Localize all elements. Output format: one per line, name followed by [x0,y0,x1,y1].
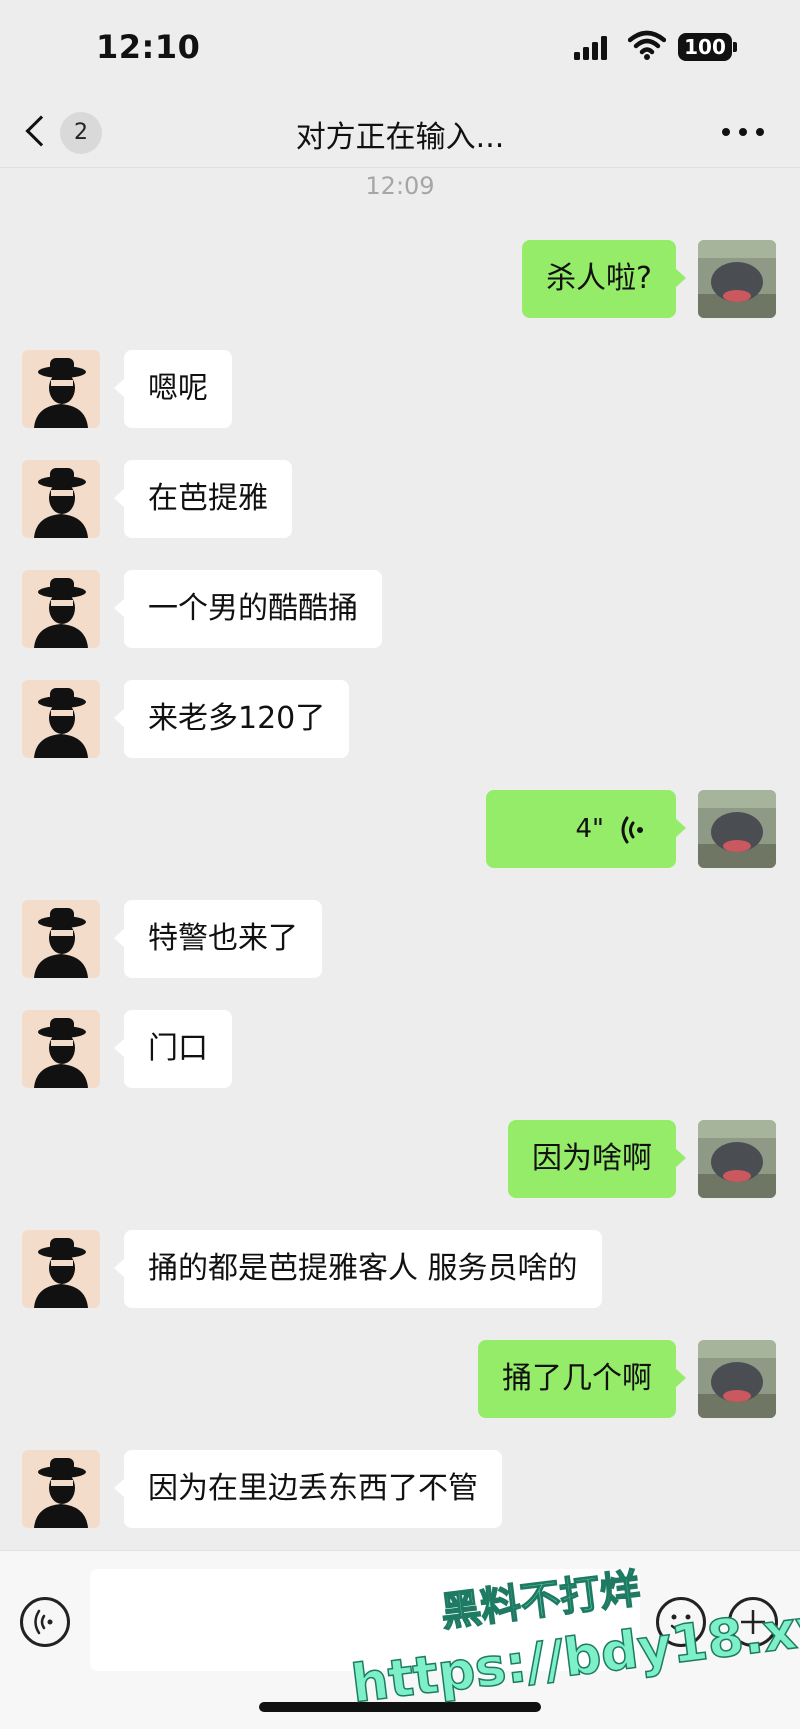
back-chevron-icon [25,115,57,147]
battery-level: 100 [678,33,732,61]
back-button[interactable]: 2 [25,110,110,154]
my-avatar[interactable] [698,790,776,868]
unread-count-badge: 2 [60,112,102,154]
wifi-icon [628,30,666,60]
message-bubble[interactable]: 门口 [114,1010,232,1088]
message-row: 4" [0,790,800,868]
message-text: 因为啥啊 [532,1141,652,1176]
nav-bar: 2 对方正在输入... [0,96,800,168]
message-text: 特警也来了 [148,921,298,956]
message-text: 杀人啦? [546,261,652,296]
message-row: 因为啥啊 [0,1120,800,1198]
message-bubble[interactable]: 特警也来了 [114,900,322,978]
voice-wave-icon [621,816,643,844]
voice-duration: 4" [575,814,604,844]
contact-avatar[interactable] [22,680,100,758]
message-row: 在芭提雅 [0,460,800,538]
message-text: 门口 [148,1031,208,1066]
message-text: 捅的都是芭提雅客人 服务员啥的 [148,1251,578,1286]
message-row: 来老多120了 [0,680,800,758]
message-row: 捅的都是芭提雅客人 服务员啥的 [0,1230,800,1308]
message-text: 一个男的酷酷捅 [148,591,358,626]
message-bubble[interactable]: 杀人啦? [522,240,686,318]
message-bubble[interactable]: 嗯呢 [114,350,232,428]
message-row: 特警也来了 [0,900,800,978]
battery-icon: 100 [678,33,738,61]
contact-avatar[interactable] [22,460,100,538]
message-row: 杀人啦? [0,240,800,318]
chat-title: 对方正在输入... [295,120,505,155]
signal-icon [574,36,610,60]
message-text: 因为在里边丢东西了不管 [148,1471,478,1506]
message-bubble[interactable]: 在芭提雅 [114,460,292,538]
message-text: 捅了几个啊 [502,1361,652,1396]
contact-avatar[interactable] [22,570,100,648]
contact-avatar[interactable] [22,900,100,978]
chat-timestamp: 12:09 [365,172,435,200]
message-bubble[interactable]: 因为在里边丢东西了不管 [114,1450,502,1528]
message-row: 嗯呢 [0,350,800,428]
message-text: 来老多120了 [148,701,326,736]
status-time: 12:10 [96,28,201,66]
my-avatar[interactable] [698,1120,776,1198]
status-bar: 12:10 100 [0,0,800,96]
voice-mode-icon[interactable] [20,1597,70,1647]
message-text: 在芭提雅 [148,481,268,516]
message-text: 嗯呢 [148,371,208,406]
message-bubble[interactable]: 捅的都是芭提雅客人 服务员啥的 [114,1230,602,1308]
my-avatar[interactable] [698,1340,776,1418]
contact-avatar[interactable] [22,1230,100,1308]
message-row: 一个男的酷酷捅 [0,570,800,648]
message-row: 因为在里边丢东西了不管 [0,1450,800,1528]
more-icon[interactable] [720,124,766,140]
contact-avatar[interactable] [22,1450,100,1528]
message-row: 门口 [0,1010,800,1088]
contact-avatar[interactable] [22,1010,100,1088]
message-row: 捅了几个啊 [0,1340,800,1418]
voice-message-bubble[interactable]: 4" [486,790,686,868]
message-bubble[interactable]: 来老多120了 [113,680,350,758]
message-bubble[interactable]: 因为啥啊 [508,1120,686,1198]
my-avatar[interactable] [698,240,776,318]
contact-avatar[interactable] [22,350,100,428]
message-bubble[interactable]: 一个男的酷酷捅 [114,570,382,648]
message-bubble[interactable]: 捅了几个啊 [478,1340,686,1418]
